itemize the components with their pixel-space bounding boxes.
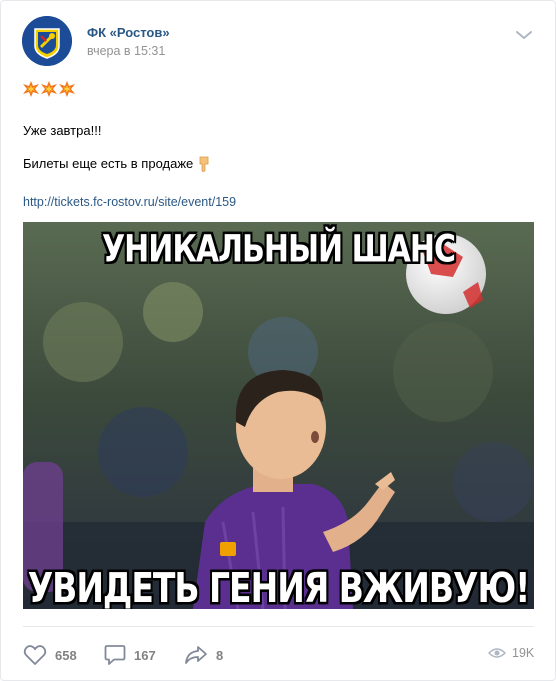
collision-emoji-icon (59, 81, 75, 97)
collision-emoji-icon (41, 81, 57, 97)
post-author[interactable]: ФК «Ростов» (87, 25, 170, 40)
meme-bottom-caption: УВИДЕТЬ ГЕНИЯ ВЖИВУЮ! (27, 563, 531, 609)
emoji-row (23, 81, 75, 97)
like-button[interactable]: 658 (23, 643, 77, 667)
share-button[interactable]: 8 (184, 643, 223, 667)
views-count: 19K (512, 646, 535, 660)
comment-button[interactable]: 167 (104, 643, 156, 667)
post-text-line-1: Уже завтра!!! (23, 123, 102, 138)
meme-top-caption: УНИКАЛЬНЫЙ ШАНС (101, 227, 456, 272)
comment-count: 167 (134, 647, 156, 663)
post-text-line-2: Билеты еще есть в продаже (23, 156, 211, 172)
comment-icon (104, 645, 126, 665)
club-crest-icon (22, 16, 72, 66)
eye-icon (488, 648, 506, 658)
views-counter: 19K (488, 646, 534, 660)
post-text-line-2-label: Билеты еще есть в продаже (23, 156, 194, 171)
share-arrow-icon (185, 646, 207, 664)
club-avatar[interactable] (22, 16, 72, 66)
football-player-photo (23, 222, 534, 609)
collision-emoji-icon (23, 81, 39, 97)
like-count: 658 (55, 647, 77, 663)
divider (23, 626, 534, 627)
heart-icon (23, 645, 47, 665)
chevron-down-icon[interactable] (515, 29, 533, 41)
pointing-down-emoji-icon (199, 156, 209, 172)
tickets-link[interactable]: http://tickets.fc-rostov.ru/site/event/1… (23, 195, 236, 209)
post-card: ФК «Ростов» вчера в 15:31 Уже завтра!!! … (0, 0, 556, 681)
share-count: 8 (216, 647, 224, 663)
post-time[interactable]: вчера в 15:31 (87, 44, 165, 58)
post-photo[interactable]: УНИКАЛЬНЫЙ ШАНС УВИДЕТЬ ГЕНИЯ ВЖИВУЮ! (23, 222, 534, 609)
